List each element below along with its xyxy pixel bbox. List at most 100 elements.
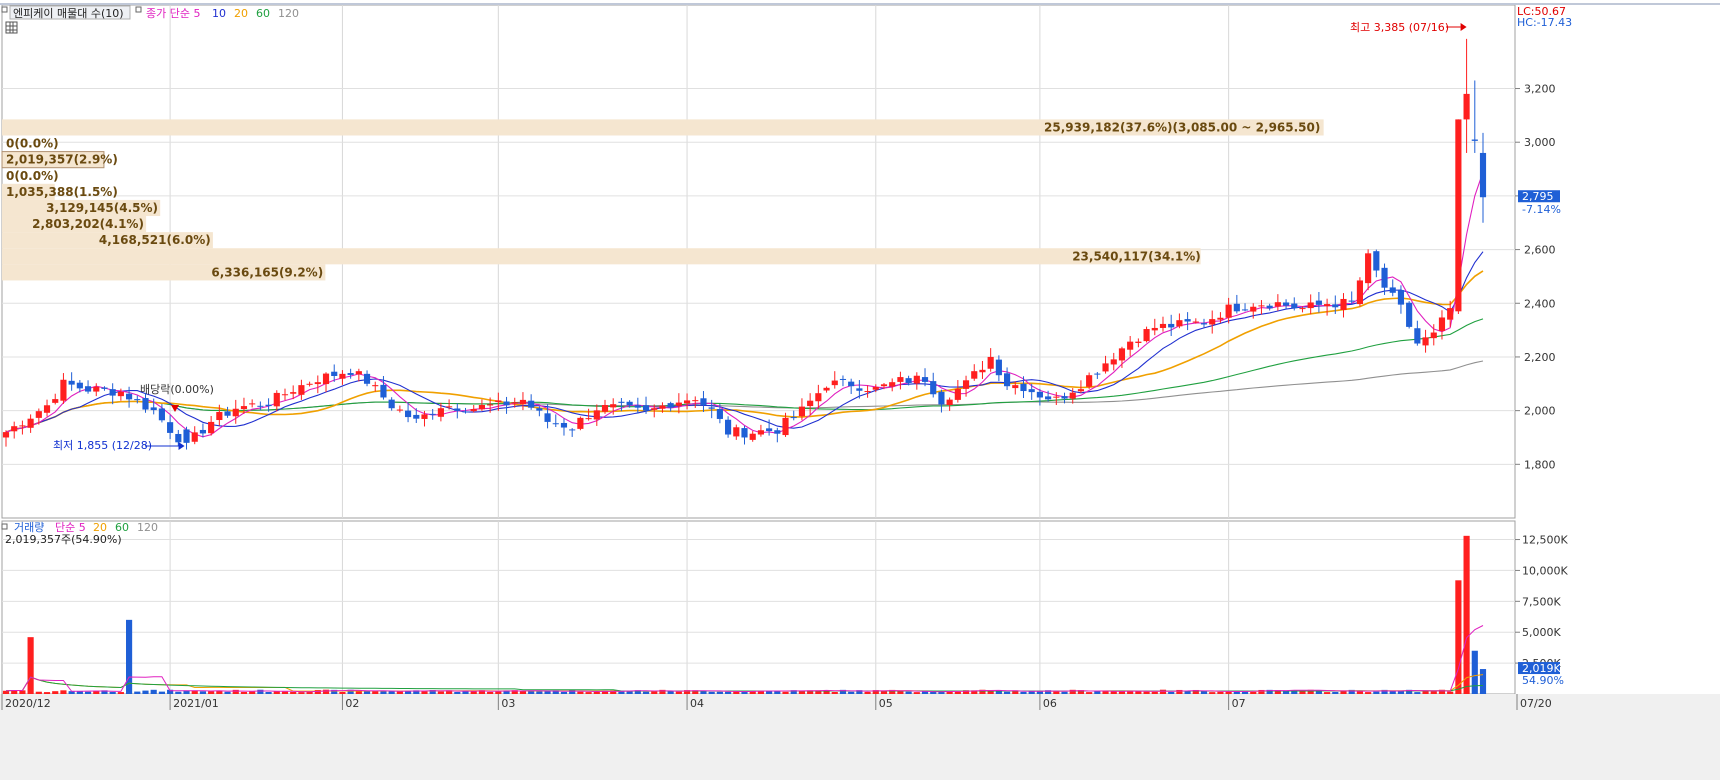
candle-body <box>807 400 814 407</box>
candle-body <box>249 403 256 405</box>
candle-body <box>1406 302 1413 327</box>
candle-body <box>150 407 157 411</box>
volume-bar <box>281 691 289 694</box>
candle-body <box>240 406 248 410</box>
candle-body <box>158 408 165 421</box>
candle-body <box>60 379 67 401</box>
volume-bar <box>1217 691 1224 694</box>
dividend-annotation: 배당락(0.00%) <box>140 383 214 396</box>
candle-body <box>208 421 215 434</box>
volume-profile-label: 2,803,202(4.1%) <box>32 217 144 231</box>
volume-bar <box>240 691 248 694</box>
candle-body <box>142 398 149 410</box>
candle-body <box>790 417 797 419</box>
candle-body <box>1217 317 1224 320</box>
volume-bar <box>487 691 494 694</box>
candle-body <box>675 402 682 406</box>
volume-profile-label: 0(0.0%) <box>6 169 59 183</box>
current-price-change: -7.14% <box>1522 203 1561 216</box>
volume-bar <box>35 691 42 694</box>
candle-body <box>1274 302 1281 307</box>
candle-body <box>1291 303 1298 309</box>
candle-body <box>232 408 239 417</box>
volume-bar <box>134 691 141 694</box>
volume-bar <box>667 691 674 694</box>
candle-body <box>692 400 699 402</box>
x-tick-label: 2020/12 <box>5 697 51 710</box>
candle-body <box>930 381 937 395</box>
candle-body <box>1200 323 1208 325</box>
candle-body <box>913 375 920 384</box>
candle-body <box>1332 304 1339 308</box>
candle-body <box>741 428 748 438</box>
candle-body <box>1118 348 1126 361</box>
candle-body <box>191 432 198 442</box>
volume-bar <box>437 691 444 694</box>
volume-bar <box>199 691 207 694</box>
volume-bar <box>1135 691 1142 694</box>
candle-body <box>552 423 559 425</box>
volume-profile-label: 25,939,182(37.6%)(3,085.00 ~ 2,965.50) <box>1044 120 1320 134</box>
candle-body <box>175 433 182 443</box>
volume-bar <box>339 691 346 694</box>
candle-body <box>199 429 207 434</box>
candle-body <box>1381 267 1388 288</box>
candle-body <box>1110 359 1117 365</box>
candle-body <box>134 399 141 401</box>
volume-bar <box>725 691 732 694</box>
candle-body <box>716 409 723 419</box>
candle-body <box>1102 363 1109 372</box>
candle-body <box>1282 302 1290 306</box>
volume-bar <box>913 692 920 694</box>
price-tick-label: 3,200 <box>1524 83 1556 96</box>
volume-bar <box>675 691 682 694</box>
volume-bar <box>1447 691 1454 694</box>
candle-body <box>322 373 330 385</box>
candle-body <box>503 401 510 406</box>
volume-bar <box>495 691 502 694</box>
volume-bar <box>1184 691 1191 694</box>
candle-body <box>872 387 879 390</box>
candle-body <box>708 407 715 409</box>
candle-body <box>101 387 108 389</box>
candle-body <box>1225 304 1232 318</box>
candle-body <box>1365 253 1372 284</box>
candle-body <box>897 377 904 382</box>
volume-tick-label: 10,000K <box>1522 564 1568 577</box>
candle-body <box>52 399 59 403</box>
candle-body <box>347 373 354 375</box>
volume-bar <box>831 691 838 694</box>
hc-label: HC:-17.43 <box>1517 16 1572 29</box>
candle-body <box>1192 321 1199 323</box>
x-tick-label: 2021/01 <box>173 697 219 710</box>
candle-body <box>1471 139 1478 141</box>
volume-bar <box>1455 580 1462 694</box>
chart-canvas[interactable]: 2020/12 2021/01 02 03 04 05 06 07 07/20 1,800 2,00… <box>0 0 1720 780</box>
volume-bar <box>1036 691 1043 694</box>
candle-body <box>782 417 789 436</box>
legend-volume-current: 2,019,357주(54.90%) <box>5 533 122 546</box>
candle-body <box>265 404 272 407</box>
volume-bar <box>1414 692 1421 694</box>
volume-bar <box>1151 691 1158 694</box>
candle-body <box>396 409 403 411</box>
candle-body <box>1241 309 1249 311</box>
candle-body <box>1397 290 1405 305</box>
candle-body <box>1168 323 1175 328</box>
volume-bar <box>1094 691 1101 694</box>
volume-bar <box>1168 691 1175 694</box>
candle-body <box>979 369 986 373</box>
candle-body <box>971 371 978 379</box>
candle-body <box>1356 280 1363 305</box>
volume-tick-label: 5,000K <box>1522 626 1561 639</box>
candle-body <box>11 426 18 432</box>
volume-bar <box>626 691 633 694</box>
candle-body <box>1045 396 1052 400</box>
volume-bar <box>1086 692 1093 694</box>
candle-body <box>1438 317 1446 331</box>
candle-body <box>774 430 781 434</box>
volume-profile-label: 1,035,388(1.5%) <box>6 185 118 199</box>
stock-chart[interactable]: 2020/12 2021/01 02 03 04 05 06 07 07/20 1,800 2,00… <box>0 0 1720 780</box>
candle-body <box>1340 298 1347 310</box>
candle-body <box>1250 306 1257 312</box>
